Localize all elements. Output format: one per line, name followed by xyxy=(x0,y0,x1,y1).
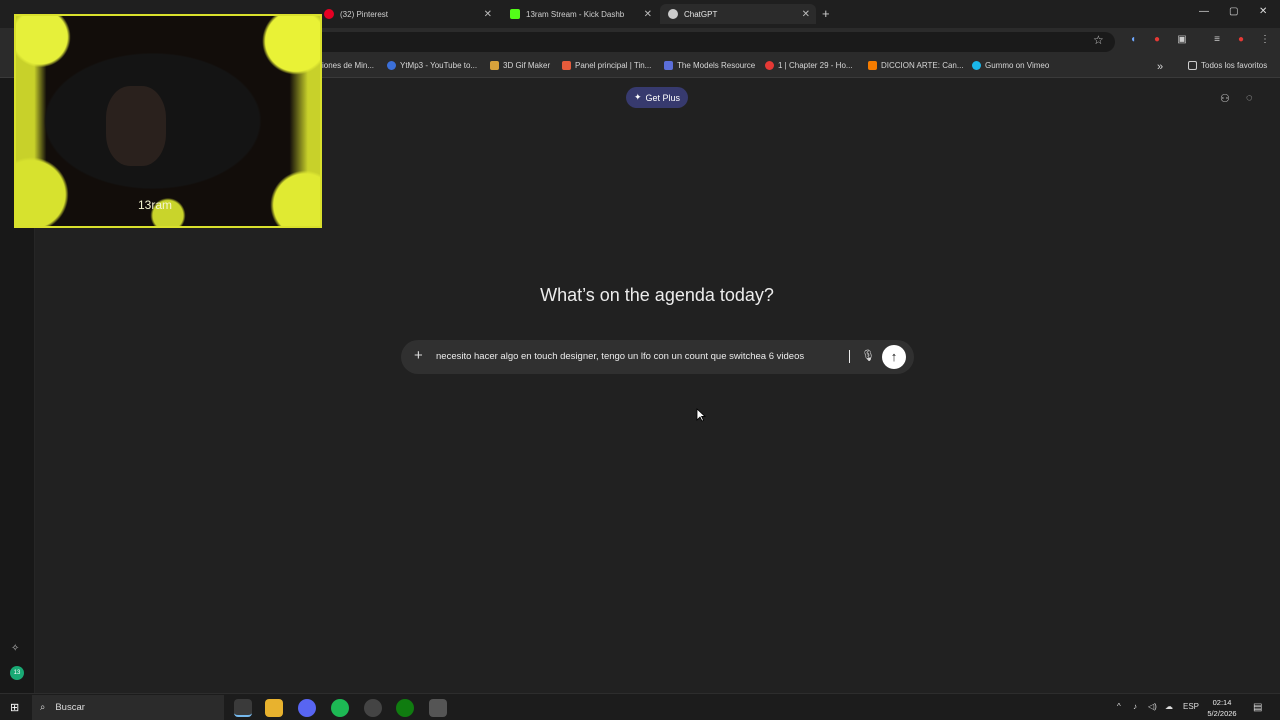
panel-icon xyxy=(562,61,571,70)
all-bookmarks-button[interactable]: Todos los favoritos xyxy=(1188,61,1267,70)
close-tab-icon[interactable]: ✕ xyxy=(644,9,652,20)
send-button[interactable]: ↑ xyxy=(882,345,906,369)
explore-icon[interactable]: ✧ xyxy=(11,643,19,654)
mouse-cursor-icon xyxy=(696,408,706,422)
tab-pinterest[interactable]: (32) Pinterest ✕ xyxy=(316,4,498,24)
touchdesigner-icon[interactable] xyxy=(429,699,447,717)
chat-composer: + necesito hacer algo en touch designer,… xyxy=(401,340,914,374)
notifications-icon[interactable]: ▤ xyxy=(1253,702,1262,713)
media-control-icon[interactable]: ≡ xyxy=(1211,34,1223,46)
folder-icon xyxy=(1188,61,1197,70)
text-caret xyxy=(849,350,850,363)
cloud-icon[interactable]: ☁ xyxy=(1165,702,1173,711)
webcam-label: 13ram xyxy=(138,198,173,212)
xbox-icon[interactable] xyxy=(396,699,414,717)
file-explorer-icon[interactable] xyxy=(265,699,283,717)
page-title: What’s on the agenda today? xyxy=(540,285,774,305)
microphone-icon[interactable]: 🎙 xyxy=(861,349,875,362)
vimeo-icon xyxy=(972,61,981,70)
sparkle-icon: ✦ xyxy=(633,92,642,102)
close-window-button[interactable]: ✕ xyxy=(1259,6,1267,17)
tab-kick[interactable]: 13ram Stream - Kick Dashb ✕ xyxy=(502,4,658,24)
attach-plus-icon[interactable]: + xyxy=(414,347,423,364)
tray-overflow-icon[interactable]: ^ xyxy=(1117,702,1121,711)
volume-icon[interactable]: ◁) xyxy=(1148,702,1157,711)
add-person-icon[interactable]: ⚇ xyxy=(1220,92,1230,105)
bookmark-star-icon[interactable]: ☆ xyxy=(1093,33,1104,47)
taskbar-clock[interactable]: 02:14 5/2/2026 xyxy=(1202,697,1242,719)
bookmark-item[interactable]: 3D Gif Maker xyxy=(490,61,550,70)
tab-label: 13ram Stream - Kick Dashb xyxy=(526,9,625,19)
search-icon: ⌕ xyxy=(40,702,46,713)
menu-icon[interactable]: ⋮ xyxy=(1259,34,1271,46)
windows-taskbar: ⊞ ⌕ Buscar ^ ♪ ◁) ☁ ESP 02:14 5/2/2026 ▤ xyxy=(0,693,1280,720)
pinterest-icon xyxy=(324,9,334,19)
bookmark-item[interactable]: 1 | Chapter 29 - Ho... xyxy=(765,61,853,70)
close-tab-icon[interactable]: ✕ xyxy=(484,9,492,20)
bookmarks-overflow-button[interactable]: » xyxy=(1157,61,1163,73)
bookmark-item[interactable]: DICCION ARTE: Can... xyxy=(868,61,964,70)
language-indicator[interactable]: ESP xyxy=(1183,702,1199,711)
extension-icon[interactable]: ◖ xyxy=(1127,34,1139,46)
chatgpt-icon xyxy=(668,9,678,19)
new-tab-button[interactable]: + xyxy=(822,6,830,21)
bookmark-item[interactable]: YtMp3 - YouTube to... xyxy=(387,61,477,70)
omnibox[interactable] xyxy=(300,32,1115,52)
obs-icon[interactable] xyxy=(364,699,382,717)
ytmp3-icon xyxy=(387,61,396,70)
tab-label: ChatGPT xyxy=(684,9,718,19)
temporary-chat-icon[interactable]: ◌ xyxy=(1246,92,1253,104)
avatar[interactable]: 13 xyxy=(10,666,24,680)
close-tab-icon[interactable]: ✕ xyxy=(802,9,810,20)
taskbar-search[interactable]: ⌕ Buscar xyxy=(32,695,224,720)
microphone-tray-icon[interactable]: ♪ xyxy=(1133,702,1137,711)
blogger-icon xyxy=(868,61,877,70)
maximize-button[interactable]: ▢ xyxy=(1229,6,1238,17)
record-icon[interactable]: ● xyxy=(1151,34,1163,46)
get-plus-button[interactable]: ✦ Get Plus xyxy=(626,87,688,108)
profile-icon[interactable]: ● xyxy=(1235,34,1247,46)
bookmark-item[interactable]: Panel principal | Tin... xyxy=(562,61,651,70)
tab-label: (32) Pinterest xyxy=(340,9,389,19)
chrome-taskbar-icon[interactable] xyxy=(234,699,252,717)
extensions-puzzle-icon[interactable]: ▣ xyxy=(1176,34,1188,46)
bookmark-item[interactable]: ciones de Min... xyxy=(318,61,374,70)
streamer-silhouette xyxy=(106,86,166,166)
message-input[interactable]: necesito hacer algo en touch designer, t… xyxy=(436,351,804,362)
bookmark-item[interactable]: Gummo on Vimeo xyxy=(972,61,1049,70)
bookmark-item[interactable]: The Models Resource xyxy=(664,61,755,70)
webcam-frame xyxy=(16,16,320,226)
kick-icon xyxy=(510,9,520,19)
discord-icon[interactable] xyxy=(298,699,316,717)
minimize-button[interactable]: — xyxy=(1199,6,1209,17)
gif-icon xyxy=(490,61,499,70)
webcam-overlay: 13ram xyxy=(14,14,322,228)
spotify-icon[interactable] xyxy=(331,699,349,717)
windows-start-icon[interactable]: ⊞ xyxy=(10,701,19,714)
tab-chatgpt[interactable]: ChatGPT ✕ xyxy=(660,4,816,24)
models-resource-icon xyxy=(664,61,673,70)
chapter-icon xyxy=(765,61,774,70)
